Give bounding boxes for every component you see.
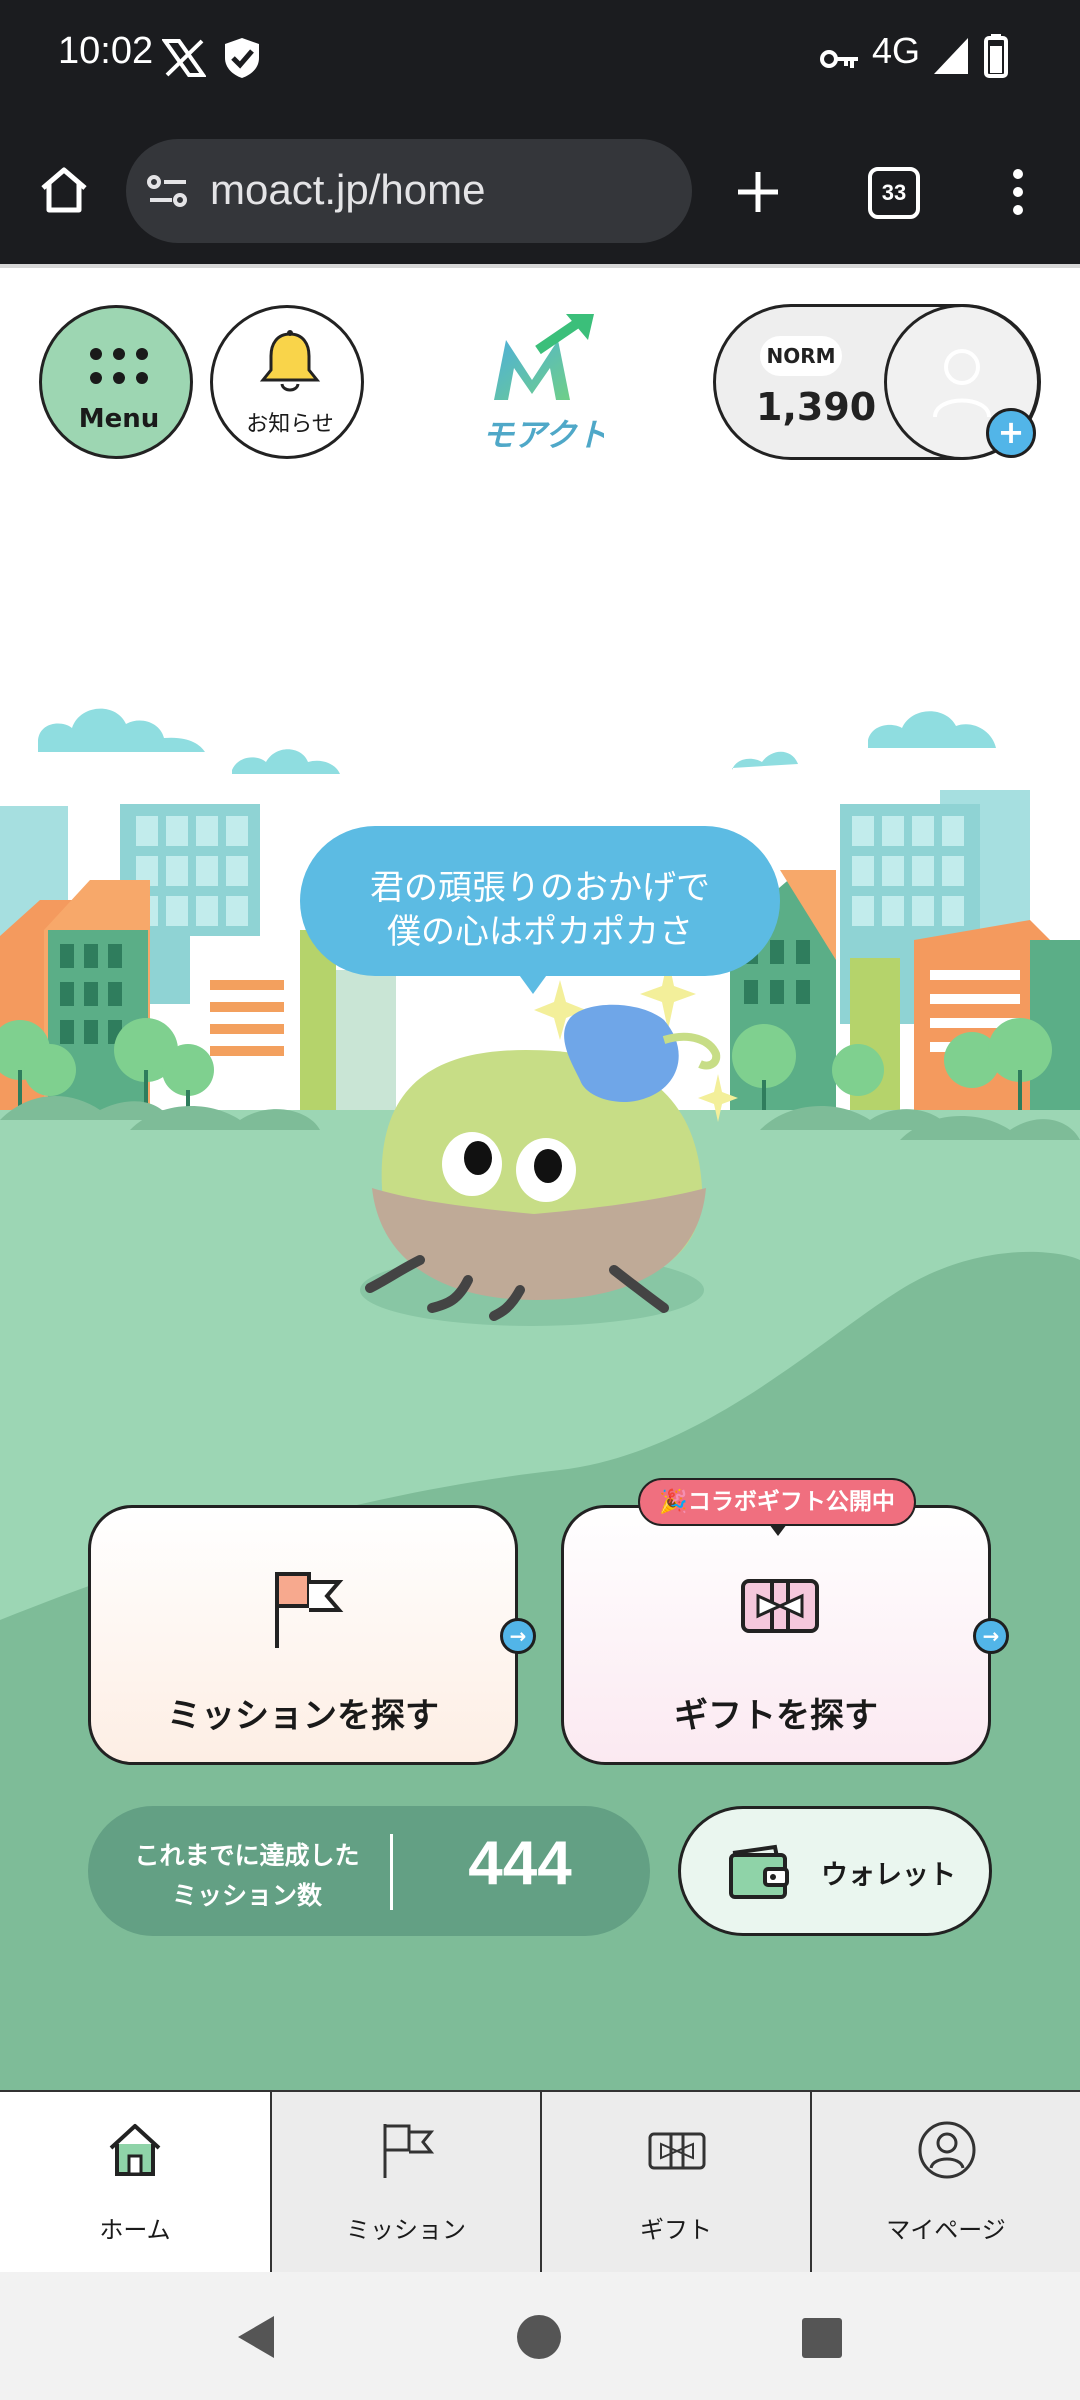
menu-button[interactable]: Menu xyxy=(39,305,193,459)
battery-icon xyxy=(984,34,1008,78)
bottom-navigation: ホーム ミッション ギフト マイページ xyxy=(0,2090,1080,2272)
home-circle-icon[interactable] xyxy=(516,2314,562,2360)
find-gifts-card[interactable]: ギフトを探す xyxy=(561,1505,991,1765)
missions-completed-value: 444 xyxy=(468,1829,572,1898)
menu-label: Menu xyxy=(78,404,160,434)
stats-label-line2: ミッション数 xyxy=(171,1881,322,1910)
badge-tail xyxy=(769,1524,787,1536)
points-value: 1,390 xyxy=(756,385,877,429)
vpn-key-icon xyxy=(820,50,858,68)
points-unit-tag: NORM xyxy=(760,336,842,376)
collab-gift-badge: 🎉コラボギフト公開中 xyxy=(638,1478,916,1526)
gift-icon xyxy=(741,1579,819,1633)
recents-icon[interactable] xyxy=(802,2318,842,2358)
speech-line-2: 僕の心はポカポカさ xyxy=(387,912,693,952)
home-icon[interactable] xyxy=(38,164,90,216)
user-icon xyxy=(933,349,991,418)
url-text[interactable]: moact.jp/home xyxy=(210,166,485,214)
x-app-icon xyxy=(162,39,206,77)
tab-switcher-button[interactable]: 33 xyxy=(868,167,920,219)
nav-missions[interactable]: ミッション xyxy=(270,2092,540,2272)
notifications-label: お知らせ xyxy=(246,412,334,437)
nav-mypage[interactable]: マイページ xyxy=(810,2092,1080,2272)
system-navigation-bar xyxy=(0,2272,1080,2400)
more-options-icon[interactable] xyxy=(1006,166,1030,218)
flag-icon xyxy=(275,1572,344,1648)
home-icon xyxy=(109,2124,161,2176)
user-circle-icon xyxy=(918,2121,976,2179)
speech-line-1: 君の頑張りのおかげで xyxy=(370,868,710,908)
find-missions-label: ミッションを探す xyxy=(167,1696,439,1736)
status-time: 10:02 xyxy=(58,30,154,72)
toolbar-divider xyxy=(0,264,1080,268)
status-bar: 10:02 4G xyxy=(0,0,1080,118)
bell-icon xyxy=(259,330,321,392)
nav-home-label: ホーム xyxy=(99,2216,171,2244)
notifications-button[interactable]: お知らせ xyxy=(210,305,364,459)
nav-home[interactable]: ホーム xyxy=(0,2092,270,2272)
find-missions-card[interactable]: ミッションを探す xyxy=(88,1505,518,1765)
grid-dots-icon xyxy=(90,348,148,384)
nav-mypage-label: マイページ xyxy=(886,2216,1006,2244)
new-tab-icon[interactable] xyxy=(734,168,782,216)
gift-icon xyxy=(648,2132,706,2170)
add-account-icon[interactable]: + xyxy=(986,408,1036,458)
logo-text: モアクト xyxy=(482,416,604,454)
arrow-right-icon[interactable]: → xyxy=(500,1618,536,1654)
nav-gifts-label: ギフト xyxy=(640,2216,712,2244)
find-gifts-label: ギフトを探す xyxy=(674,1696,878,1736)
party-popper-icon: 🎉 xyxy=(659,1489,688,1515)
wallet-icon xyxy=(729,1844,789,1899)
mascot-character xyxy=(360,1004,721,1326)
site-settings-icon[interactable] xyxy=(146,172,190,212)
flag-icon xyxy=(383,2124,435,2178)
nav-missions-label: ミッション xyxy=(346,2216,466,2244)
wallet-button[interactable]: ウォレット xyxy=(678,1806,992,1936)
arrow-right-icon[interactable]: → xyxy=(973,1618,1009,1654)
network-type: 4G xyxy=(872,30,921,71)
collab-gift-badge-text: コラボギフト公開中 xyxy=(687,1489,895,1515)
nav-gifts[interactable]: ギフト xyxy=(540,2092,810,2272)
signal-icon xyxy=(934,38,968,74)
stats-label-line1: これまでに達成した xyxy=(134,1841,360,1870)
speech-bubble-tail xyxy=(517,972,549,994)
clouds xyxy=(38,708,996,774)
back-icon[interactable] xyxy=(234,2314,276,2360)
stats-divider xyxy=(390,1834,393,1910)
shield-icon xyxy=(225,38,259,78)
moact-logo[interactable]: モアクト xyxy=(474,310,604,456)
wallet-label: ウォレット xyxy=(821,1860,956,1891)
